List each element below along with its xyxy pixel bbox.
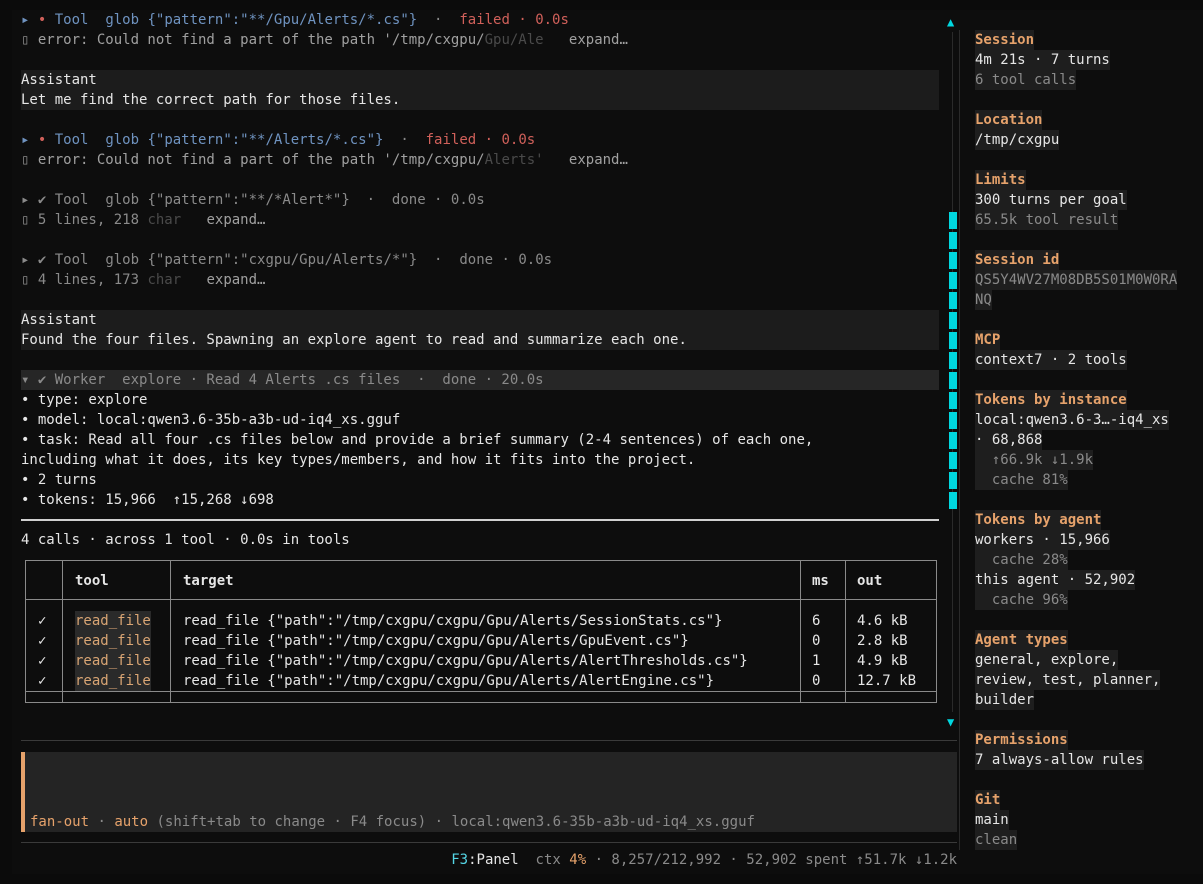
expand-arrow-icon[interactable]: ▸	[21, 252, 38, 268]
worker-header[interactable]: ▾ ✔ Worker explore · Read 4 Alerts .cs f…	[21, 370, 939, 390]
input-divider	[21, 740, 957, 741]
tool-command: glob {"pattern":"cxgpu/Gpu/Alerts/*"}	[105, 252, 418, 268]
tool-name-cell: read_file	[75, 611, 151, 631]
target-cell: read_file {"path":"/tmp/cxgpu/cxgpu/Gpu/…	[183, 613, 723, 629]
tokens-agent-section: Tokens by agent workers · 15,966 cache 2…	[975, 510, 1136, 610]
permissions-section: Permissions 7 always-allow rules	[975, 730, 1144, 770]
column-header-ms: ms	[812, 573, 829, 589]
worker-detail: • type: explore	[21, 392, 148, 408]
output-glyph-icon: ▯	[21, 212, 38, 228]
expand-link[interactable]: expand…	[569, 152, 628, 168]
expand-arrow-icon[interactable]: ▸	[21, 192, 38, 208]
check-icon: ✓	[38, 673, 47, 689]
limits-section: Limits 300 turns per goal 65.5k tool res…	[975, 170, 1127, 230]
tool-status: done · 0.0s	[391, 192, 485, 208]
agent-types-section: Agent types general, explore, review, te…	[975, 630, 1161, 710]
tool-calls-table: tool target ms out ✓ read_file read_file…	[25, 560, 937, 703]
tool-output-row: ▯ error: Could not find a part of the pa…	[21, 152, 628, 168]
ms-cell: 1	[812, 653, 821, 669]
worker-detail: • 2 turns	[21, 472, 97, 488]
tool-call-row[interactable]: ▸ • Tool glob {"pattern":"**/Alerts/*.cs…	[21, 130, 535, 150]
conversation-pane: ▸ • Tool glob {"pattern":"**/Gpu/Alerts/…	[12, 10, 966, 874]
scrollbar-thumb[interactable]	[949, 212, 957, 229]
scroll-down-icon[interactable]: ▼	[947, 714, 954, 730]
tool-name-cell: read_file	[75, 671, 151, 691]
column-header-target: target	[183, 573, 234, 589]
tool-output-row: ▯ error: Could not find a part of the pa…	[21, 32, 628, 48]
tool-command: glob {"pattern":"**/Gpu/Alerts/*.cs"}	[105, 12, 418, 28]
target-cell: read_file {"path":"/tmp/cxgpu/cxgpu/Gpu/…	[183, 653, 748, 669]
check-icon: ✓	[38, 633, 47, 649]
git-section: Git main clean	[975, 790, 1018, 850]
column-header-out: out	[857, 573, 883, 589]
expand-arrow-icon[interactable]: ▸	[21, 12, 38, 28]
tool-call-row[interactable]: ▸ ✔ Tool glob {"pattern":"**/*Alert*"} ·…	[21, 190, 485, 210]
tool-status: failed · 0.0s	[459, 12, 569, 28]
target-cell: read_file {"path":"/tmp/cxgpu/cxgpu/Gpu/…	[183, 673, 715, 689]
tool-label: Tool	[54, 12, 89, 28]
panel-shortcut[interactable]: F3	[451, 852, 468, 868]
context-percent: 4%	[569, 852, 587, 868]
worker-detail: • model: local:qwen3.6-35b-a3b-ud-iq4_xs…	[21, 412, 401, 428]
input-hint: (shift+tab to change · F4 focus) · local…	[156, 814, 755, 830]
out-cell: 12.7 kB	[857, 673, 917, 689]
input-caret	[21, 752, 25, 832]
target-cell: read_file {"path":"/tmp/cxgpu/cxgpu/Gpu/…	[183, 633, 689, 649]
assistant-label: Assistant	[21, 310, 939, 330]
column-header-tool: tool	[75, 573, 109, 589]
tool-output-row: ▯ 5 lines, 218 char expand…	[21, 212, 266, 228]
session-id-section: Session id QS5Y4WV27M08DB5S01M0W0RA NQ	[975, 250, 1178, 310]
tool-status: failed · 0.0s	[425, 132, 536, 148]
status-dot: •	[37, 132, 47, 148]
info-sidebar: Session 4m 21s · 7 turns 6 tool calls Lo…	[959, 10, 1203, 874]
location-section: Location /tmp/cxgpu	[975, 110, 1060, 150]
scroll-up-icon[interactable]: ▲	[947, 14, 954, 30]
out-cell: 4.9 kB	[857, 653, 908, 669]
expand-link[interactable]: expand…	[569, 32, 628, 48]
expand-link[interactable]: expand…	[206, 272, 265, 288]
expand-link[interactable]: expand…	[206, 212, 265, 228]
worker-detail: including what it does, its key types/me…	[21, 452, 696, 468]
tool-status: done · 0.0s	[459, 252, 553, 268]
tool-call-row[interactable]: ▸ ✔ Tool glob {"pattern":"cxgpu/Gpu/Aler…	[21, 250, 552, 270]
session-section: Session 4m 21s · 7 turns 6 tool calls	[975, 30, 1110, 90]
output-glyph-icon: ▯	[21, 32, 38, 48]
check-icon: ✔	[37, 252, 47, 268]
mcp-section: MCP context7 · 2 tools	[975, 330, 1127, 370]
ms-cell: 6	[812, 613, 821, 629]
input-mode-line: fan-out · auto (shift+tab to change · F4…	[30, 814, 755, 830]
check-icon: ✓	[38, 653, 47, 669]
check-icon: ✓	[38, 613, 47, 629]
tool-call-row[interactable]: ▸ • Tool glob {"pattern":"**/Gpu/Alerts/…	[21, 10, 569, 30]
mode-label[interactable]: fan-out	[30, 814, 89, 830]
status-dot: •	[37, 12, 47, 28]
tool-name-cell: read_file	[75, 651, 151, 671]
assistant-message: Found the four files. Spawning an explor…	[21, 330, 939, 350]
check-icon: ✔	[37, 192, 47, 208]
out-cell: 2.8 kB	[857, 633, 908, 649]
tool-command: glob {"pattern":"**/*Alert*"}	[105, 192, 350, 208]
ms-cell: 0	[812, 673, 821, 689]
expand-arrow-icon[interactable]: ▸	[21, 132, 38, 148]
worker-detail: • tokens: 15,966 ↑15,268 ↓698	[21, 492, 274, 508]
tool-output-row: ▯ 4 lines, 173 char expand…	[21, 272, 266, 288]
status-divider	[21, 842, 957, 843]
worker-detail: • task: Read all four .cs files below an…	[21, 432, 814, 448]
tool-name-cell: read_file	[75, 631, 151, 651]
token-stats: · 8,257/212,992 · 52,902 spent ↑51.7k ↓1…	[594, 852, 957, 868]
output-glyph-icon: ▯	[21, 272, 38, 288]
assistant-label: Assistant	[21, 70, 939, 90]
ms-cell: 0	[812, 633, 821, 649]
divider	[21, 519, 939, 521]
out-cell: 4.6 kB	[857, 613, 908, 629]
output-glyph-icon: ▯	[21, 152, 38, 168]
panel-toggle[interactable]: :Panel	[468, 852, 519, 868]
prompt-input[interactable]: fan-out · auto (shift+tab to change · F4…	[21, 752, 957, 832]
assistant-message: Let me find the correct path for those f…	[21, 90, 939, 110]
tokens-instance-section: Tokens by instance local:qwen3.6-3…-iq4_…	[975, 390, 1169, 490]
status-bar: F3:Panel ctx 4% · 8,257/212,992 · 52,902…	[451, 852, 957, 868]
calls-summary: 4 calls · across 1 tool · 0.0s in tools	[21, 532, 350, 548]
tool-command: glob {"pattern":"**/Alerts/*.cs"}	[105, 132, 384, 148]
auto-label[interactable]: auto	[114, 814, 148, 830]
